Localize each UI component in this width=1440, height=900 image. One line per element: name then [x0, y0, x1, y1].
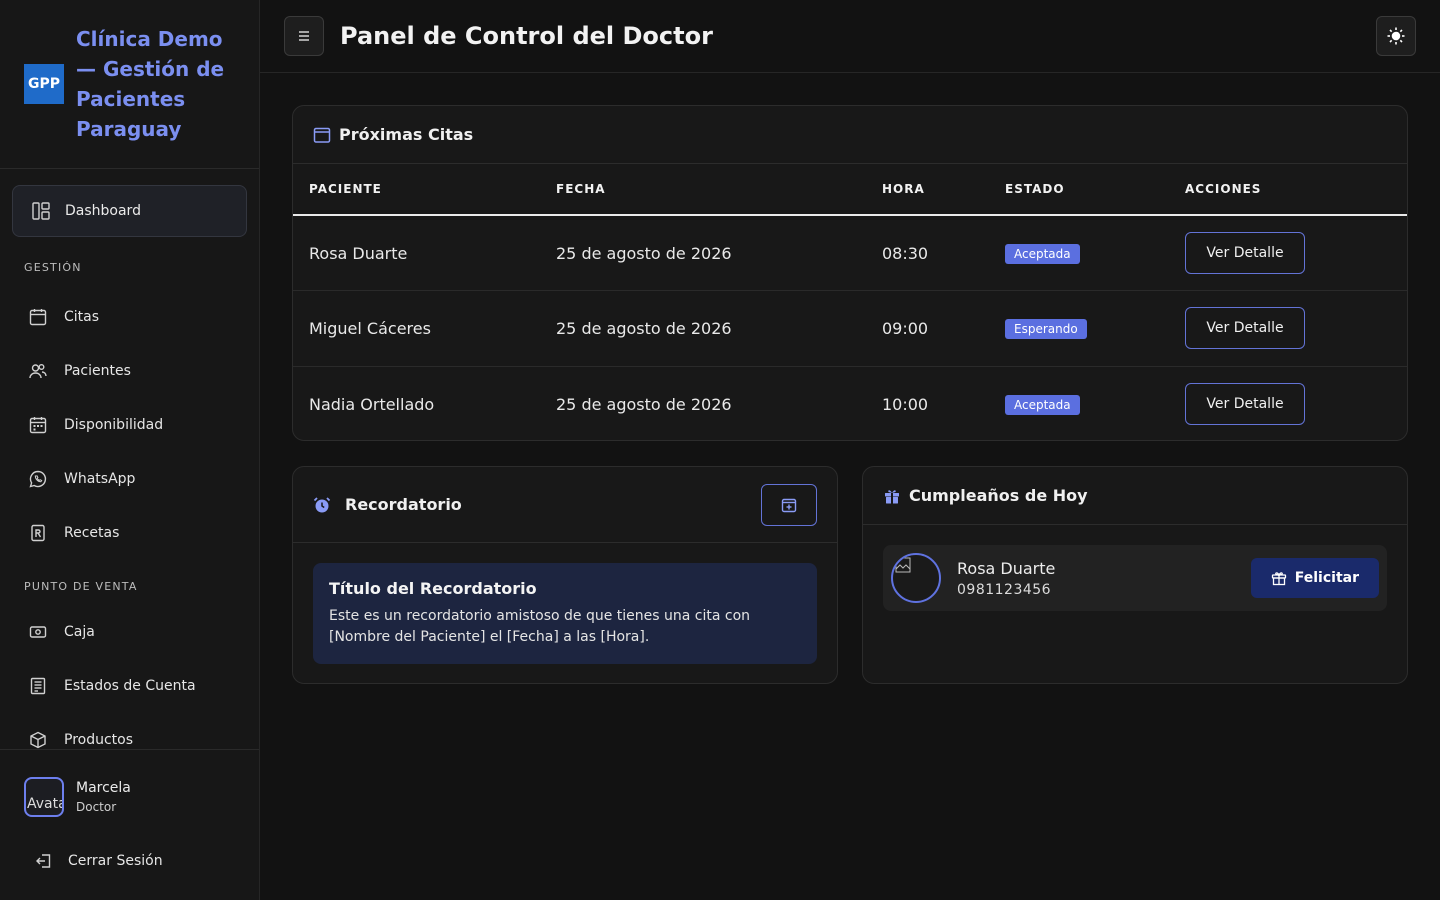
reminder-title: Recordatorio	[345, 495, 462, 514]
congratulate-button[interactable]: Felicitar	[1250, 558, 1379, 598]
sidebar-item-label: Pacientes	[64, 363, 131, 379]
sidebar-item-label: Citas	[64, 309, 100, 325]
column-header: HORA	[866, 164, 989, 216]
patient-name: Rosa Duarte	[293, 215, 540, 291]
brand[interactable]: GPP Clínica Demo — Gestión de Pacientes …	[0, 0, 259, 169]
reminder-message: Título del Recordatorio Este es un recor…	[313, 563, 817, 664]
sidebar-item-disponibilidad[interactable]: Disponibilidad	[0, 398, 259, 452]
sidebar-item-label: Disponibilidad	[64, 417, 164, 433]
table-row: Miguel Cáceres 25 de agosto de 2026 09:0…	[293, 290, 1407, 367]
column-header: ESTADO	[989, 164, 1169, 216]
column-header: ACCIONES	[1169, 164, 1407, 216]
sidebar-item-citas[interactable]: Citas	[0, 290, 259, 344]
table-row: Rosa Duarte 25 de agosto de 2026 08:30 A…	[293, 215, 1407, 291]
avatar: Avatar	[24, 777, 64, 817]
theme-toggle-button[interactable]	[1376, 16, 1416, 56]
user-profile[interactable]: Avatar Marcela Doctor	[0, 750, 259, 844]
birthdays-title: Cumpleaños de Hoy	[909, 486, 1088, 505]
box-icon	[30, 731, 46, 749]
sidebar-item-label: Recetas	[64, 525, 120, 541]
users-icon	[29, 364, 47, 379]
appointment-time: 09:00	[866, 290, 989, 367]
calendar-grid-icon	[29, 417, 47, 434]
sidebar-item-label: Caja	[64, 624, 95, 640]
nav-section-title: PUNTO DE VENTA	[24, 580, 138, 593]
appointment-time: 08:30	[866, 215, 989, 291]
status-badge: Aceptada	[1005, 394, 1080, 415]
brand-name: Clínica Demo — Gestión de Pacientes Para…	[76, 27, 225, 141]
reminder-card: Recordatorio Título del Recordatorio Est…	[292, 466, 838, 684]
schedule-reminder-button[interactable]	[761, 483, 817, 526]
birthdays-card: Cumpleaños de Hoy Rosa Duarte 0981123456…	[862, 466, 1408, 684]
birthdays-header: Cumpleaños de Hoy	[863, 467, 1407, 525]
table-header-row: PACIENTE FECHA HORA ESTADO ACCIONES	[293, 164, 1407, 216]
sidebar-item-whatsapp[interactable]: WhatsApp	[0, 452, 259, 506]
alarm-clock-icon	[313, 496, 331, 512]
top-header: Panel de Control del Doctor	[260, 0, 1440, 73]
birthday-person-name: Rosa Duarte	[957, 558, 1056, 578]
patient-name: Nadia Ortellado	[309, 394, 435, 414]
list-item: Rosa Duarte 0981123456 Felicitar	[883, 545, 1387, 611]
dashboard-icon	[32, 202, 50, 220]
table-row: Nadia Ortellado 25 de agosto de 2026 10:…	[293, 366, 1407, 442]
appointments-card: Próximas Citas PACIENTE FECHA HORA ESTAD…	[292, 105, 1408, 441]
gift-icon	[1271, 572, 1286, 586]
calendar-icon	[29, 309, 47, 326]
calendar-plus-icon	[781, 498, 797, 512]
sidebar-item-dashboard[interactable]: Dashboard	[12, 185, 247, 237]
view-detail-button[interactable]: Ver Detalle	[1185, 383, 1305, 425]
sidebar-item-recetas[interactable]: Recetas	[0, 506, 259, 560]
view-detail-button[interactable]: Ver Detalle	[1185, 232, 1305, 274]
sidebar: GPP Clínica Demo — Gestión de Pacientes …	[0, 0, 260, 900]
column-header: FECHA	[540, 164, 866, 216]
sidebar-footer: Avatar Marcela Doctor Cerrar Sesión	[0, 749, 259, 900]
user-name: Marcela	[76, 780, 131, 796]
ledger-icon	[30, 677, 46, 695]
brand-logo: GPP	[24, 64, 64, 104]
menu-toggle-button[interactable]	[284, 16, 324, 56]
calendar-icon	[313, 127, 331, 143]
sidebar-item-label: Dashboard	[65, 203, 141, 219]
sidebar-item-pacientes[interactable]: Pacientes	[0, 344, 259, 398]
whatsapp-icon	[29, 470, 47, 488]
broken-image-icon	[895, 557, 911, 573]
page-title: Panel de Control del Doctor	[340, 22, 713, 50]
appointments-table: PACIENTE FECHA HORA ESTADO ACCIONES Rosa…	[293, 164, 1407, 442]
prescription-icon	[31, 524, 45, 542]
logout-icon	[36, 854, 51, 868]
reminder-message-text: Este es un recordatorio amistoso de que …	[329, 608, 751, 645]
nav-section-title: GESTIÓN	[24, 261, 82, 274]
column-header: PACIENTE	[293, 164, 540, 216]
appointment-date: 25 de agosto de 2026	[540, 215, 866, 291]
birthday-person-phone: 0981123456	[957, 581, 1052, 598]
congratulate-label: Felicitar	[1294, 570, 1359, 586]
status-badge: Aceptada	[1005, 243, 1080, 264]
avatar	[891, 553, 941, 603]
reminder-header: Recordatorio	[293, 467, 837, 543]
appointment-date: 25 de agosto de 2026	[540, 290, 866, 367]
appointments-title: Próximas Citas	[339, 125, 474, 144]
sidebar-item-label: WhatsApp	[64, 471, 136, 487]
gift-icon	[885, 489, 899, 503]
status-badge: Esperando	[1005, 318, 1087, 339]
sun-icon	[1387, 27, 1405, 45]
cash-icon	[29, 626, 47, 638]
patient-name: Miguel Cáceres	[293, 290, 540, 367]
sidebar-item-estados-de-cuenta[interactable]: Estados de Cuenta	[0, 659, 259, 713]
sidebar-nav: Dashboard GESTIÓN Citas Pacientes Dispon…	[0, 185, 259, 767]
logout-label: Cerrar Sesión	[68, 853, 163, 869]
hamburger-icon	[299, 31, 309, 41]
appointments-header: Próximas Citas	[293, 106, 1407, 164]
reminder-message-title: Título del Recordatorio	[329, 579, 537, 598]
sidebar-item-caja[interactable]: Caja	[0, 605, 259, 659]
avatar-alt-text: Avatar	[27, 796, 62, 812]
sidebar-item-label: Estados de Cuenta	[64, 678, 196, 694]
sidebar-item-label: Productos	[64, 732, 134, 748]
user-role: Doctor	[76, 800, 117, 814]
appointment-date: 25 de agosto de 2026	[556, 394, 732, 414]
appointment-time: 10:00	[882, 394, 929, 414]
logout-button[interactable]: Cerrar Sesión	[0, 846, 259, 876]
view-detail-button[interactable]: Ver Detalle	[1185, 307, 1305, 350]
